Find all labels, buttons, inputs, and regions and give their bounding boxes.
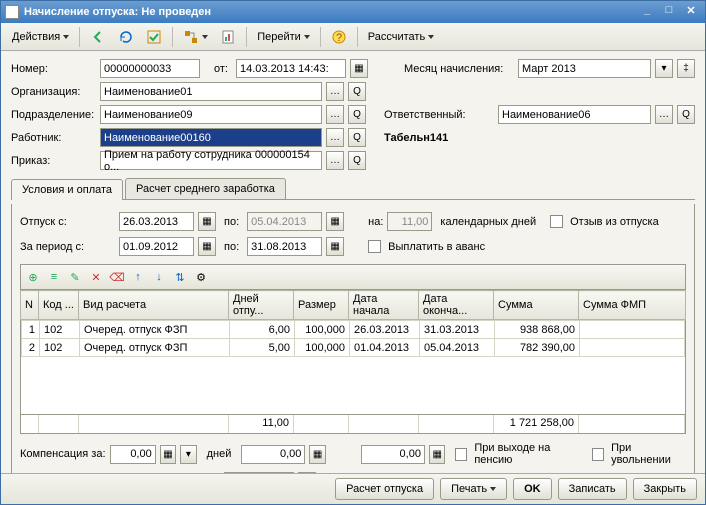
comp-days-input[interactable]: 0,00 <box>110 445 156 464</box>
days-input: 11,00 <box>387 212 432 231</box>
resp-input[interactable]: Наименование06 <box>498 105 651 124</box>
vac-to-input: 05.04.2013 <box>247 212 322 231</box>
org-select-icon[interactable]: … <box>326 82 344 101</box>
comp-v3-input[interactable]: 0,00 <box>361 445 425 464</box>
tab-avg-calc[interactable]: Расчет среднего заработка <box>125 178 286 199</box>
add-row-icon[interactable]: ⊕ <box>24 268 42 286</box>
table-row[interactable]: 1102Очеред. отпуск ФЗП6,00100,00026.03.2… <box>22 321 685 339</box>
days-label: календарных дней <box>440 216 536 228</box>
comp-v2-input[interactable]: 0,00 <box>241 445 305 464</box>
calc-grid[interactable]: N Код ... Вид расчета Дней отпу... Разме… <box>20 290 686 320</box>
period-from-input[interactable]: 01.09.2012 <box>119 237 194 256</box>
dept-label: Подразделение: <box>11 109 96 121</box>
na-label: на: <box>368 216 383 228</box>
toolbar: Действия Перейти ? Рассчитать <box>1 23 705 51</box>
number-label: Номер: <box>11 63 96 75</box>
delete-row-icon[interactable]: ✕ <box>87 268 105 286</box>
vac-from-label: Отпуск с: <box>20 216 115 228</box>
save-button[interactable]: Записать <box>558 478 627 500</box>
worker-input[interactable]: Наименование00160 <box>100 128 322 147</box>
titlebar: Начисление отпуска: Не проведен _ □ ✕ <box>1 1 705 23</box>
minimize-button[interactable]: _ <box>637 4 657 20</box>
calc-menu[interactable]: Рассчитать <box>363 26 439 48</box>
vac-from-input[interactable]: 26.03.2013 <box>119 212 194 231</box>
calendar-icon[interactable]: ▦ <box>326 237 344 256</box>
comp-label: Компенсация за: <box>20 448 106 460</box>
advance-label: Выплатить в аванс <box>388 241 485 253</box>
insert-row-icon[interactable]: ≡ <box>45 268 63 286</box>
actions-menu[interactable]: Действия <box>7 26 74 48</box>
resp-select-icon[interactable]: … <box>655 105 673 124</box>
calc-icon[interactable]: ▦ <box>309 445 325 464</box>
order-select-icon[interactable]: … <box>326 151 344 170</box>
tabel-number: Табельн141 <box>384 132 448 144</box>
period-label: За период с: <box>20 241 115 253</box>
date-input[interactable]: 14.03.2013 14:43: <box>236 59 346 78</box>
worker-open-icon[interactable]: Q <box>348 128 366 147</box>
back-icon[interactable] <box>85 26 111 48</box>
post-icon[interactable] <box>141 26 167 48</box>
refresh-icon[interactable] <box>113 26 139 48</box>
svg-text:?: ? <box>336 32 342 44</box>
calc-icon[interactable]: ▦ <box>160 445 176 464</box>
dept-input[interactable]: Наименование09 <box>100 105 322 124</box>
dept-open-icon[interactable]: Q <box>348 105 366 124</box>
org-input[interactable]: Наименование01 <box>100 82 322 101</box>
calendar-icon[interactable]: ▦ <box>198 212 216 231</box>
calendar-icon[interactable]: ▦ <box>326 212 344 231</box>
order-open-icon[interactable]: Q <box>348 151 366 170</box>
pension-checkbox[interactable] <box>455 448 467 461</box>
fire-checkbox[interactable] <box>592 448 604 461</box>
grid-footer: 11,00 1 721 258,00 <box>20 415 686 434</box>
app-icon <box>5 5 19 19</box>
resp-open-icon[interactable]: Q <box>677 105 695 124</box>
sort-icon[interactable]: ⇅ <box>171 268 189 286</box>
structure-icon[interactable] <box>178 26 213 48</box>
calendar-icon[interactable]: ▦ <box>198 237 216 256</box>
vacation-calc-button[interactable]: Расчет отпуска <box>335 478 434 500</box>
clear-icon[interactable]: ⌫ <box>108 268 126 286</box>
dropdown-icon[interactable]: ▾ <box>180 445 196 464</box>
from-label: от: <box>214 63 228 75</box>
help-icon[interactable]: ? <box>326 26 352 48</box>
tab-conditions[interactable]: Условия и оплата <box>11 179 123 200</box>
month-input[interactable]: Март 2013 <box>518 59 651 78</box>
org-label: Организация: <box>11 86 96 98</box>
vac-to-label: по: <box>224 216 239 228</box>
month-label: Месяц начисления: <box>404 63 514 75</box>
edit-row-icon[interactable]: ✎ <box>66 268 84 286</box>
move-down-icon[interactable]: ↓ <box>150 268 168 286</box>
number-input[interactable]: 00000000033 <box>100 59 200 78</box>
close-window-button[interactable]: Закрыть <box>633 478 697 500</box>
order-label: Приказ: <box>11 155 96 167</box>
org-open-icon[interactable]: Q <box>348 82 366 101</box>
report-icon[interactable] <box>215 26 241 48</box>
order-input[interactable]: Прием на работу сотрудника 000000154 о..… <box>100 151 322 170</box>
table-row[interactable]: 2102Очеред. отпуск ФЗП5,00100,00001.04.2… <box>22 339 685 357</box>
calc-icon[interactable]: ▦ <box>429 445 445 464</box>
goto-menu[interactable]: Перейти <box>252 26 315 48</box>
calendar-icon[interactable]: ▦ <box>350 59 368 78</box>
settings-icon[interactable]: ⚙ <box>192 268 210 286</box>
worker-label: Работник: <box>11 132 96 144</box>
month-spin-icon[interactable]: ‡ <box>677 59 695 78</box>
ok-button[interactable]: OK <box>513 478 552 500</box>
resp-label: Ответственный: <box>384 109 494 121</box>
close-button[interactable]: ✕ <box>681 4 701 20</box>
window-title: Начисление отпуска: Не проведен <box>24 6 637 18</box>
period-to-input[interactable]: 31.08.2013 <box>247 237 322 256</box>
recall-checkbox[interactable] <box>550 215 563 228</box>
recall-label: Отзыв из отпуска <box>570 216 659 228</box>
worker-select-icon[interactable]: … <box>326 128 344 147</box>
month-dropdown-icon[interactable]: ▾ <box>655 59 673 78</box>
move-up-icon[interactable]: ↑ <box>129 268 147 286</box>
maximize-button[interactable]: □ <box>659 4 679 20</box>
print-button[interactable]: Печать <box>440 478 507 500</box>
advance-checkbox[interactable] <box>368 240 381 253</box>
dept-select-icon[interactable]: … <box>326 105 344 124</box>
